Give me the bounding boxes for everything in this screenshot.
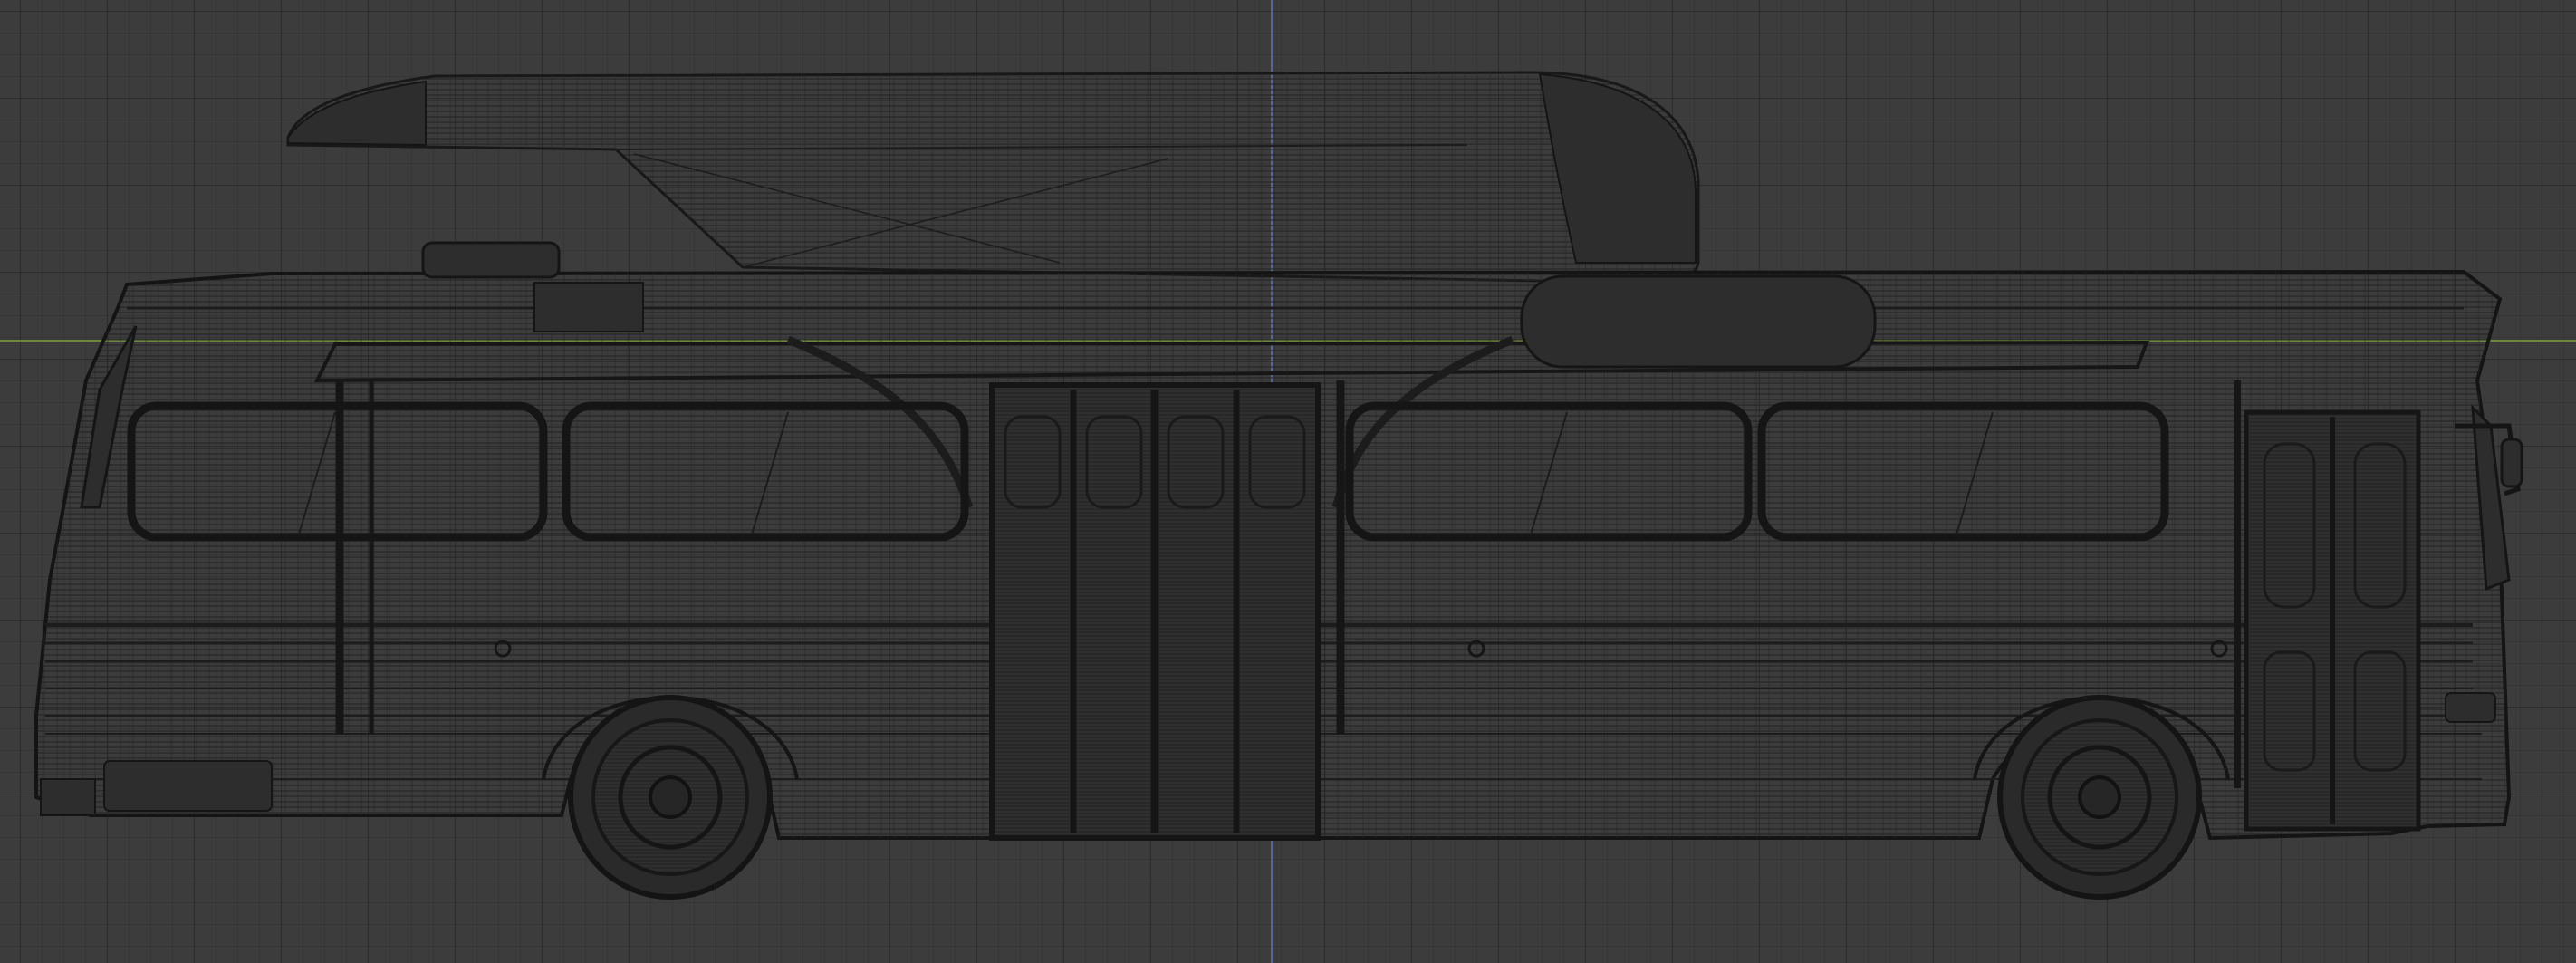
3d-viewport[interactable] (0, 0, 2576, 963)
middle-doors[interactable] (989, 382, 1321, 841)
rear-wheel[interactable] (568, 695, 773, 900)
wireframe-canvas[interactable] (0, 0, 2576, 963)
front-door[interactable] (2244, 409, 2421, 832)
front-wheel[interactable] (1997, 695, 2202, 900)
